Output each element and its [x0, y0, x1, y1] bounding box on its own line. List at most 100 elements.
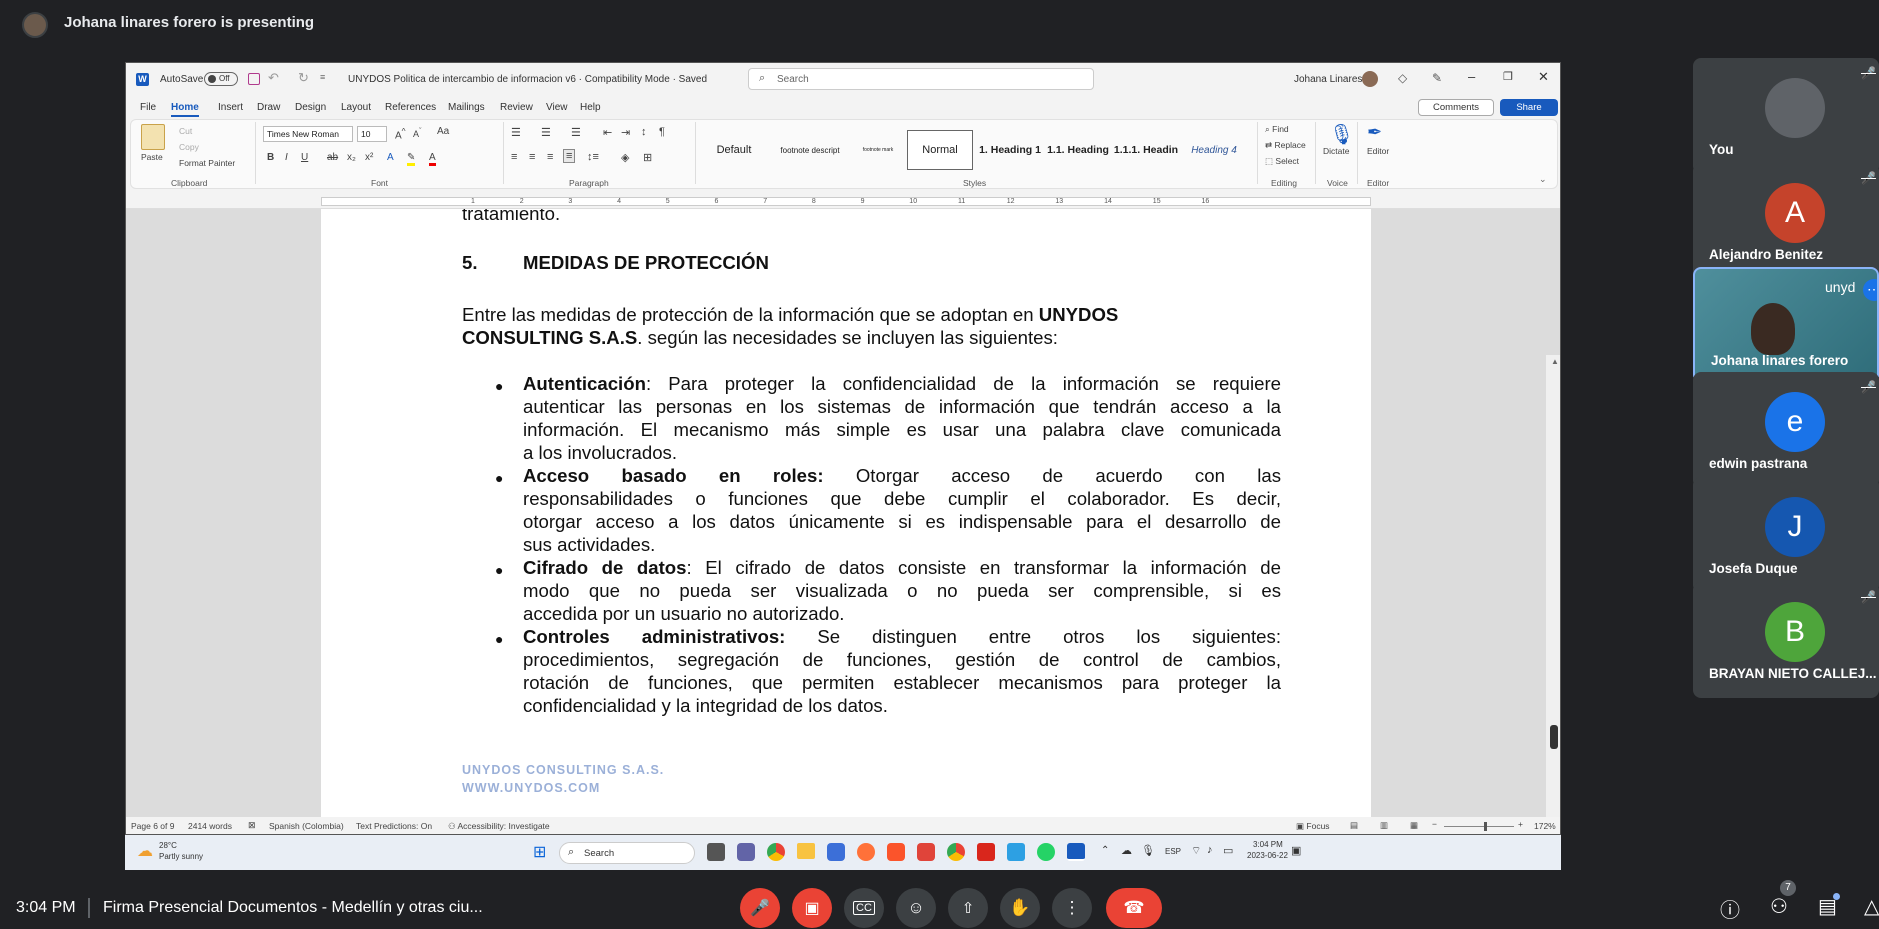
change-case-icon[interactable]: Aa [437, 126, 449, 137]
replace-button[interactable]: ⇄ Replace [1265, 140, 1306, 151]
dictate-button[interactable]: Dictate [1323, 146, 1349, 156]
italic-icon[interactable]: I [285, 152, 288, 163]
underline-icon[interactable]: U [301, 152, 308, 163]
volume-icon[interactable]: ♪ [1207, 844, 1213, 856]
diamond-icon[interactable]: ◇ [1398, 71, 1407, 85]
decrease-indent-icon[interactable]: ⇤ [603, 126, 612, 139]
tab-home[interactable]: Home [171, 102, 199, 117]
align-center-icon[interactable]: ≡ [529, 151, 535, 163]
sort-icon[interactable]: ↕ [641, 126, 647, 138]
bullets-icon[interactable]: ☰ [511, 126, 521, 139]
redo-icon[interactable]: ↻ [298, 70, 309, 86]
tab-help[interactable]: Help [580, 102, 601, 113]
app-icon[interactable] [917, 843, 935, 861]
style-footnote-descript[interactable]: footnote descript [769, 130, 851, 170]
highlight-icon[interactable]: ✎ [407, 152, 416, 166]
document-page[interactable]: tratamiento. 5. MEDIDAS DE PROTECCIÓN En… [321, 209, 1371, 817]
style-heading-4[interactable]: Heading 4 [1183, 130, 1245, 170]
text-predictions-status[interactable]: Text Predictions: On [356, 821, 432, 831]
raise-hand-button[interactable]: ✋ [1000, 888, 1040, 928]
style-normal[interactable]: Normal [907, 130, 973, 170]
notification-icon[interactable]: ▣ [1291, 844, 1301, 857]
participant-tile[interactable]: e 🎤 edwin pastrana [1693, 372, 1879, 488]
text-effects-icon[interactable]: A [387, 152, 394, 163]
present-button[interactable]: ⇧ [948, 888, 988, 928]
subscript-icon[interactable]: x₂ [347, 152, 356, 163]
language-indicator[interactable]: ESP [1165, 847, 1181, 856]
microphone-icon[interactable]: 🎙 [1329, 122, 1354, 147]
mic-toggle-button[interactable]: 🎤 [740, 888, 780, 928]
grow-font-icon[interactable]: A^ [395, 126, 406, 141]
tab-insert[interactable]: Insert [218, 102, 243, 113]
info-icon[interactable]: ⓘ [1720, 894, 1740, 923]
tab-mailings[interactable]: Mailings [448, 102, 485, 113]
participant-tile[interactable]: A 🎤 Alejandro Benitez [1693, 163, 1879, 279]
multilevel-list-icon[interactable]: ☰ [571, 126, 581, 139]
align-left-icon[interactable]: ≡ [511, 151, 517, 163]
participant-tile[interactable]: 🎤 You [1693, 58, 1879, 174]
whatsapp-icon[interactable] [1037, 843, 1055, 861]
battery-icon[interactable]: ▭ [1223, 844, 1233, 857]
participant-tile[interactable]: J Josefa Duque [1693, 477, 1879, 593]
bold-icon[interactable]: B [267, 152, 274, 163]
paste-icon[interactable] [141, 124, 165, 150]
strikethrough-icon[interactable]: ab [327, 152, 338, 163]
style-footnote-mark[interactable]: footnote mark [853, 130, 903, 170]
zoom-in-icon[interactable]: + [1518, 819, 1523, 829]
vertical-scrollbar[interactable]: ▲ ▼ [1546, 355, 1560, 817]
format-painter-button[interactable]: Format Painter [179, 158, 235, 168]
activities-icon[interactable]: △ [1864, 894, 1879, 919]
taskbar-search[interactable]: ⌕ Search [559, 842, 695, 864]
cut-button[interactable]: Cut [179, 126, 192, 136]
notepad-icon[interactable] [1007, 843, 1025, 861]
file-explorer-icon[interactable] [797, 843, 815, 859]
borders-icon[interactable]: ⊞ [643, 151, 652, 164]
font-color-icon[interactable]: A [429, 152, 436, 166]
zoom-out-icon[interactable]: − [1432, 819, 1437, 829]
autosave-toggle[interactable]: Off [204, 72, 238, 86]
media-player-icon[interactable] [827, 843, 845, 861]
document-title[interactable]: UNYDOS Politica de intercambio de inform… [348, 74, 707, 85]
tab-review[interactable]: Review [500, 102, 533, 113]
start-icon[interactable]: ⊞ [533, 842, 546, 862]
font-name-select[interactable]: Times New Roman [263, 126, 353, 142]
page-indicator[interactable]: Page 6 of 9 [131, 821, 174, 831]
shrink-font-icon[interactable]: Aˇ [413, 126, 422, 139]
chrome-profile-icon[interactable] [947, 843, 965, 861]
tab-view[interactable]: View [546, 102, 568, 113]
scroll-thumb[interactable] [1550, 725, 1558, 749]
paste-button[interactable]: Paste [141, 152, 163, 162]
web-layout-icon[interactable]: ▦ [1410, 820, 1418, 831]
tile-more-icon[interactable]: ⋯ [1863, 279, 1877, 301]
acrobat-icon[interactable] [977, 843, 995, 861]
collapse-ribbon-icon[interactable]: ⌄ [1539, 174, 1547, 185]
tab-file[interactable]: File [140, 102, 156, 113]
word-taskbar-icon[interactable] [1067, 843, 1085, 861]
show-marks-icon[interactable]: ¶ [659, 126, 665, 138]
undo-icon[interactable]: ↶ [268, 70, 279, 86]
print-layout-icon[interactable]: ▥ [1380, 820, 1388, 831]
weather-temp[interactable]: 28°C [159, 841, 177, 850]
justify-icon[interactable]: ≡ [563, 149, 576, 163]
tab-design[interactable]: Design [295, 102, 326, 113]
firefox-icon[interactable] [857, 843, 875, 861]
font-size-select[interactable]: 10 [357, 126, 387, 142]
clock-date[interactable]: 2023-06-22 [1247, 851, 1288, 860]
line-spacing-icon[interactable]: ↕≡ [587, 151, 599, 163]
proofing-icon[interactable]: ⊠ [248, 820, 256, 831]
find-button[interactable]: ⌕ Find [1265, 124, 1289, 135]
participant-tile[interactable]: unyd ⋯ Johana linares forero [1693, 267, 1879, 383]
tray-chevron-icon[interactable]: ⌃ [1101, 845, 1109, 856]
style-heading-2[interactable]: 1.1. Heading [1045, 130, 1111, 170]
shading-icon[interactable]: ◈ [621, 151, 629, 164]
people-icon[interactable]: ⚇ [1770, 894, 1788, 919]
camera-toggle-button[interactable]: ▣ [792, 888, 832, 928]
word-count[interactable]: 2414 words [188, 821, 232, 831]
tab-layout[interactable]: Layout [341, 102, 371, 113]
reactions-button[interactable]: ☺ [896, 888, 936, 928]
captions-button[interactable]: CC [844, 888, 884, 928]
weather-desc[interactable]: Partly sunny [159, 852, 203, 861]
user-avatar[interactable] [1362, 71, 1378, 87]
task-view-icon[interactable] [707, 843, 725, 861]
read-mode-icon[interactable]: ▤ [1350, 820, 1358, 831]
